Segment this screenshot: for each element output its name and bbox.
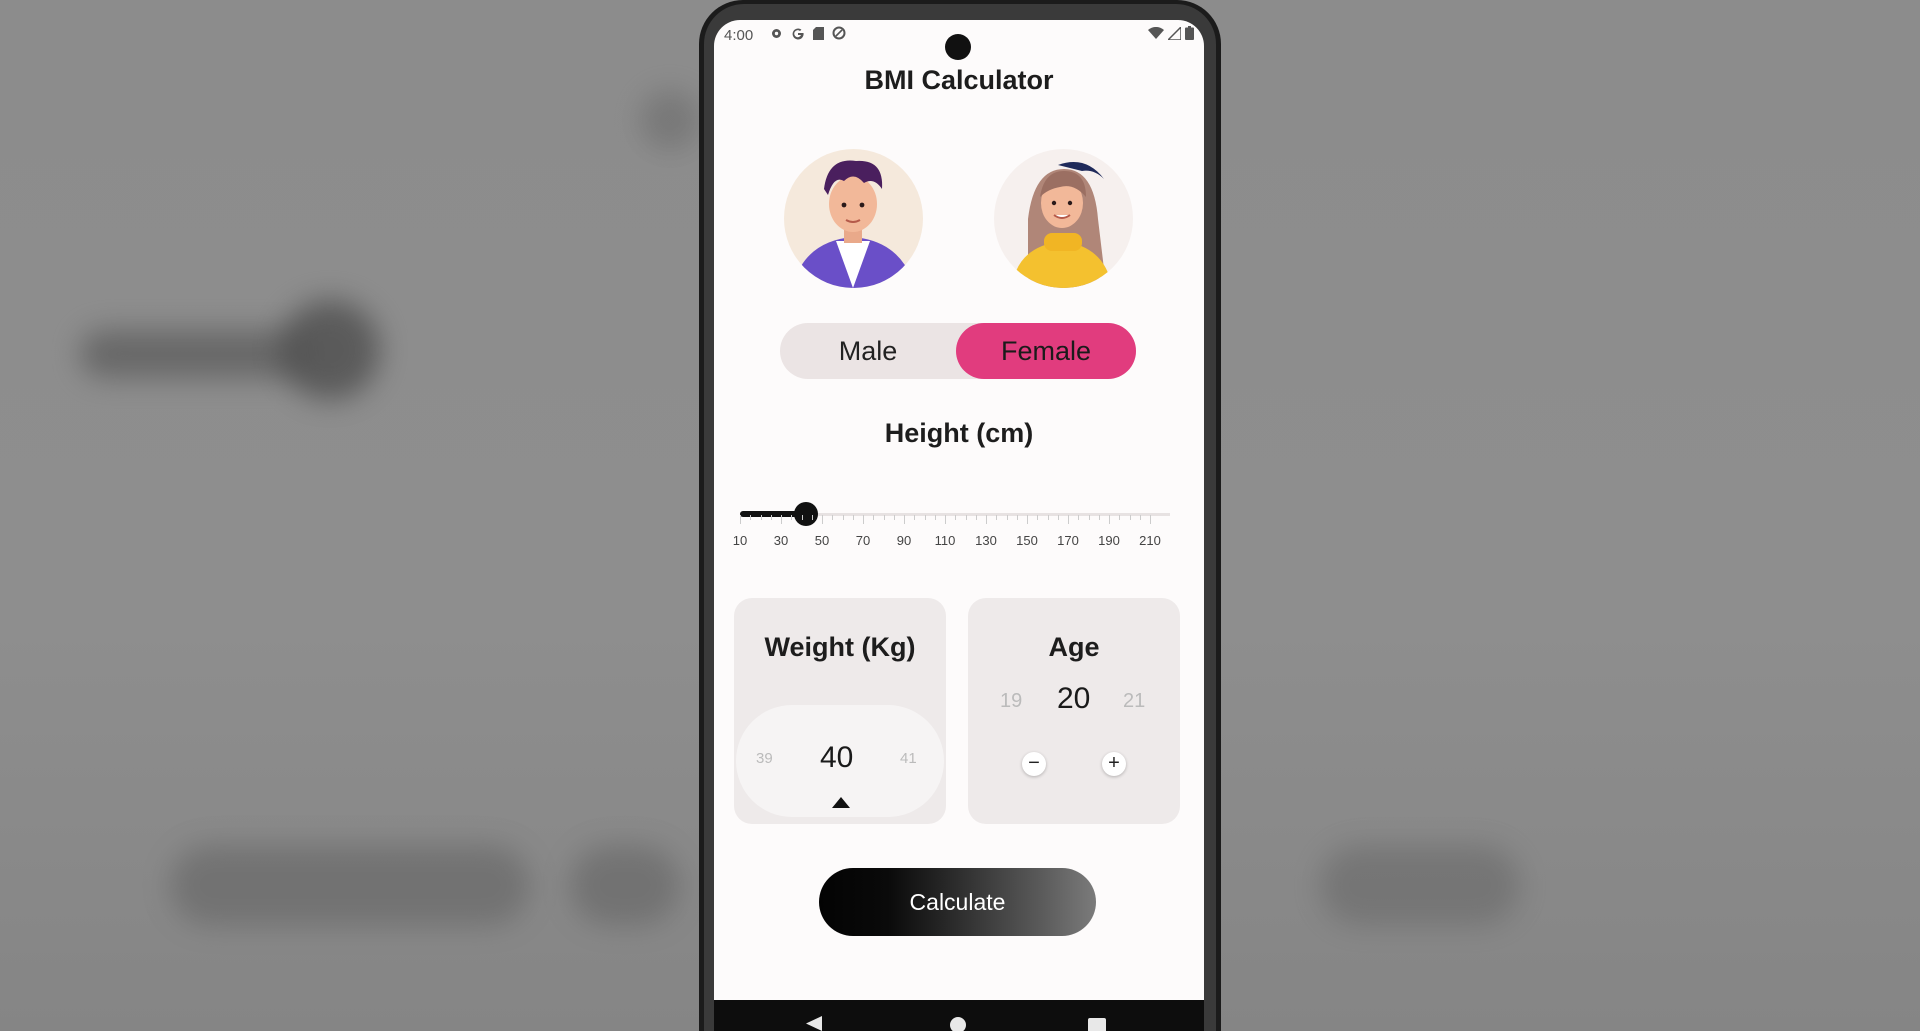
- age-prev-value: 19: [1000, 690, 1023, 712]
- age-card: Age 19 20 21 − +: [968, 598, 1180, 824]
- slider-tick: [822, 515, 823, 524]
- slider-tick-label: 130: [975, 533, 997, 548]
- recents-icon[interactable]: [1088, 1016, 1106, 1031]
- slider-tick-label: 30: [773, 533, 789, 548]
- slider-tick: [945, 515, 946, 524]
- slider-tick: [1129, 515, 1131, 520]
- data-saver-icon: [832, 26, 846, 40]
- weight-next-value: 41: [900, 750, 917, 767]
- weight-picker[interactable]: 39 40 41: [736, 705, 944, 817]
- female-option[interactable]: Female: [956, 323, 1136, 379]
- slider-tick: [996, 515, 998, 520]
- home-icon[interactable]: [949, 1016, 967, 1031]
- app-screen: 4:00 BMI Calculator Male Female Height (…: [714, 20, 1204, 1000]
- signal-icon: [1168, 26, 1181, 40]
- back-icon[interactable]: [806, 1016, 822, 1031]
- slider-tick: [965, 515, 967, 520]
- male-option[interactable]: Male: [780, 323, 956, 379]
- slider-tick: [914, 515, 916, 520]
- slider-tick-label: 110: [934, 533, 956, 548]
- slider-tick: [893, 515, 895, 520]
- slider-tick: [740, 515, 741, 524]
- weight-label: Weight (Kg): [764, 632, 916, 662]
- google-icon: [792, 28, 804, 40]
- slider-tick-label: 70: [855, 533, 871, 548]
- slider-tick: [1006, 515, 1008, 520]
- weight-prev-value: 39: [756, 750, 773, 767]
- slider-tick: [1098, 515, 1100, 520]
- slider-tick: [1037, 515, 1039, 520]
- slider-tick: [986, 515, 987, 524]
- slider-tick: [924, 515, 926, 520]
- battery-icon: [1185, 26, 1194, 40]
- status-time: 4:00: [724, 27, 754, 44]
- slider-tick: [760, 515, 762, 520]
- slider-tick: [1119, 515, 1121, 520]
- weight-value: 40: [820, 741, 854, 774]
- slider-tick: [832, 515, 834, 520]
- status-system-icons: [1148, 26, 1194, 40]
- triangle-up-icon: [832, 797, 850, 808]
- slider-thumb[interactable]: [793, 502, 818, 526]
- height-label: Height (cm): [884, 418, 1034, 448]
- age-label: Age: [1048, 632, 1100, 662]
- age-next-value: 21: [1123, 690, 1146, 712]
- slider-tick: [1047, 515, 1049, 520]
- slider-tick: [1016, 515, 1018, 520]
- wifi-icon: [1148, 26, 1164, 39]
- sd-card-icon: [813, 26, 824, 40]
- slider-tick: [781, 515, 782, 524]
- slider-tick: [955, 515, 957, 520]
- slider-tick: [873, 515, 875, 520]
- calculate-button[interactable]: Calculate: [819, 868, 1096, 936]
- slider-tick: [975, 515, 977, 520]
- slider-tick: [750, 515, 752, 520]
- slider-tick: [791, 515, 793, 520]
- slider-tick: [934, 515, 936, 520]
- slider-tick: [1139, 515, 1141, 520]
- slider-tick: [1057, 515, 1059, 520]
- slider-tick-label: 90: [896, 533, 912, 548]
- slider-tick: [1088, 515, 1090, 520]
- height-slider[interactable]: 10 30 50 70 90 110 130 150 170 190 210: [733, 488, 1180, 558]
- age-increment-button[interactable]: +: [1102, 752, 1126, 776]
- front-camera: [945, 34, 971, 60]
- system-navigation-bar: [714, 1000, 1204, 1031]
- gender-toggle: Male Female: [780, 323, 1136, 379]
- slider-tick: [904, 515, 905, 524]
- slider-tick: [1078, 515, 1080, 520]
- slider-tick-label: 210: [1139, 533, 1161, 548]
- slider-tick-label: 10: [732, 533, 748, 548]
- male-avatar[interactable]: [784, 149, 923, 288]
- slider-tick-label: 190: [1098, 533, 1120, 548]
- slider-tick: [863, 515, 864, 524]
- age-value: 20: [1057, 682, 1091, 715]
- female-avatar[interactable]: [994, 149, 1133, 288]
- gear-icon: [772, 28, 781, 38]
- slider-tick: [842, 515, 844, 520]
- slider-tick: [1109, 515, 1110, 524]
- slider-tick: [852, 515, 854, 520]
- slider-tick-label: 150: [1016, 533, 1038, 548]
- slider-tick: [1068, 515, 1069, 524]
- slider-tick: [1027, 515, 1028, 524]
- slider-tick: [1150, 515, 1151, 524]
- slider-tick: [770, 515, 772, 520]
- slider-tick-label: 50: [814, 533, 830, 548]
- status-notification-icons: [770, 26, 846, 40]
- slider-tick: [801, 515, 803, 520]
- slider-tick: [883, 515, 885, 520]
- slider-tick-label: 170: [1057, 533, 1079, 548]
- slider-tick: [811, 515, 813, 520]
- age-decrement-button[interactable]: −: [1022, 752, 1046, 776]
- page-title: BMI Calculator: [864, 65, 1054, 95]
